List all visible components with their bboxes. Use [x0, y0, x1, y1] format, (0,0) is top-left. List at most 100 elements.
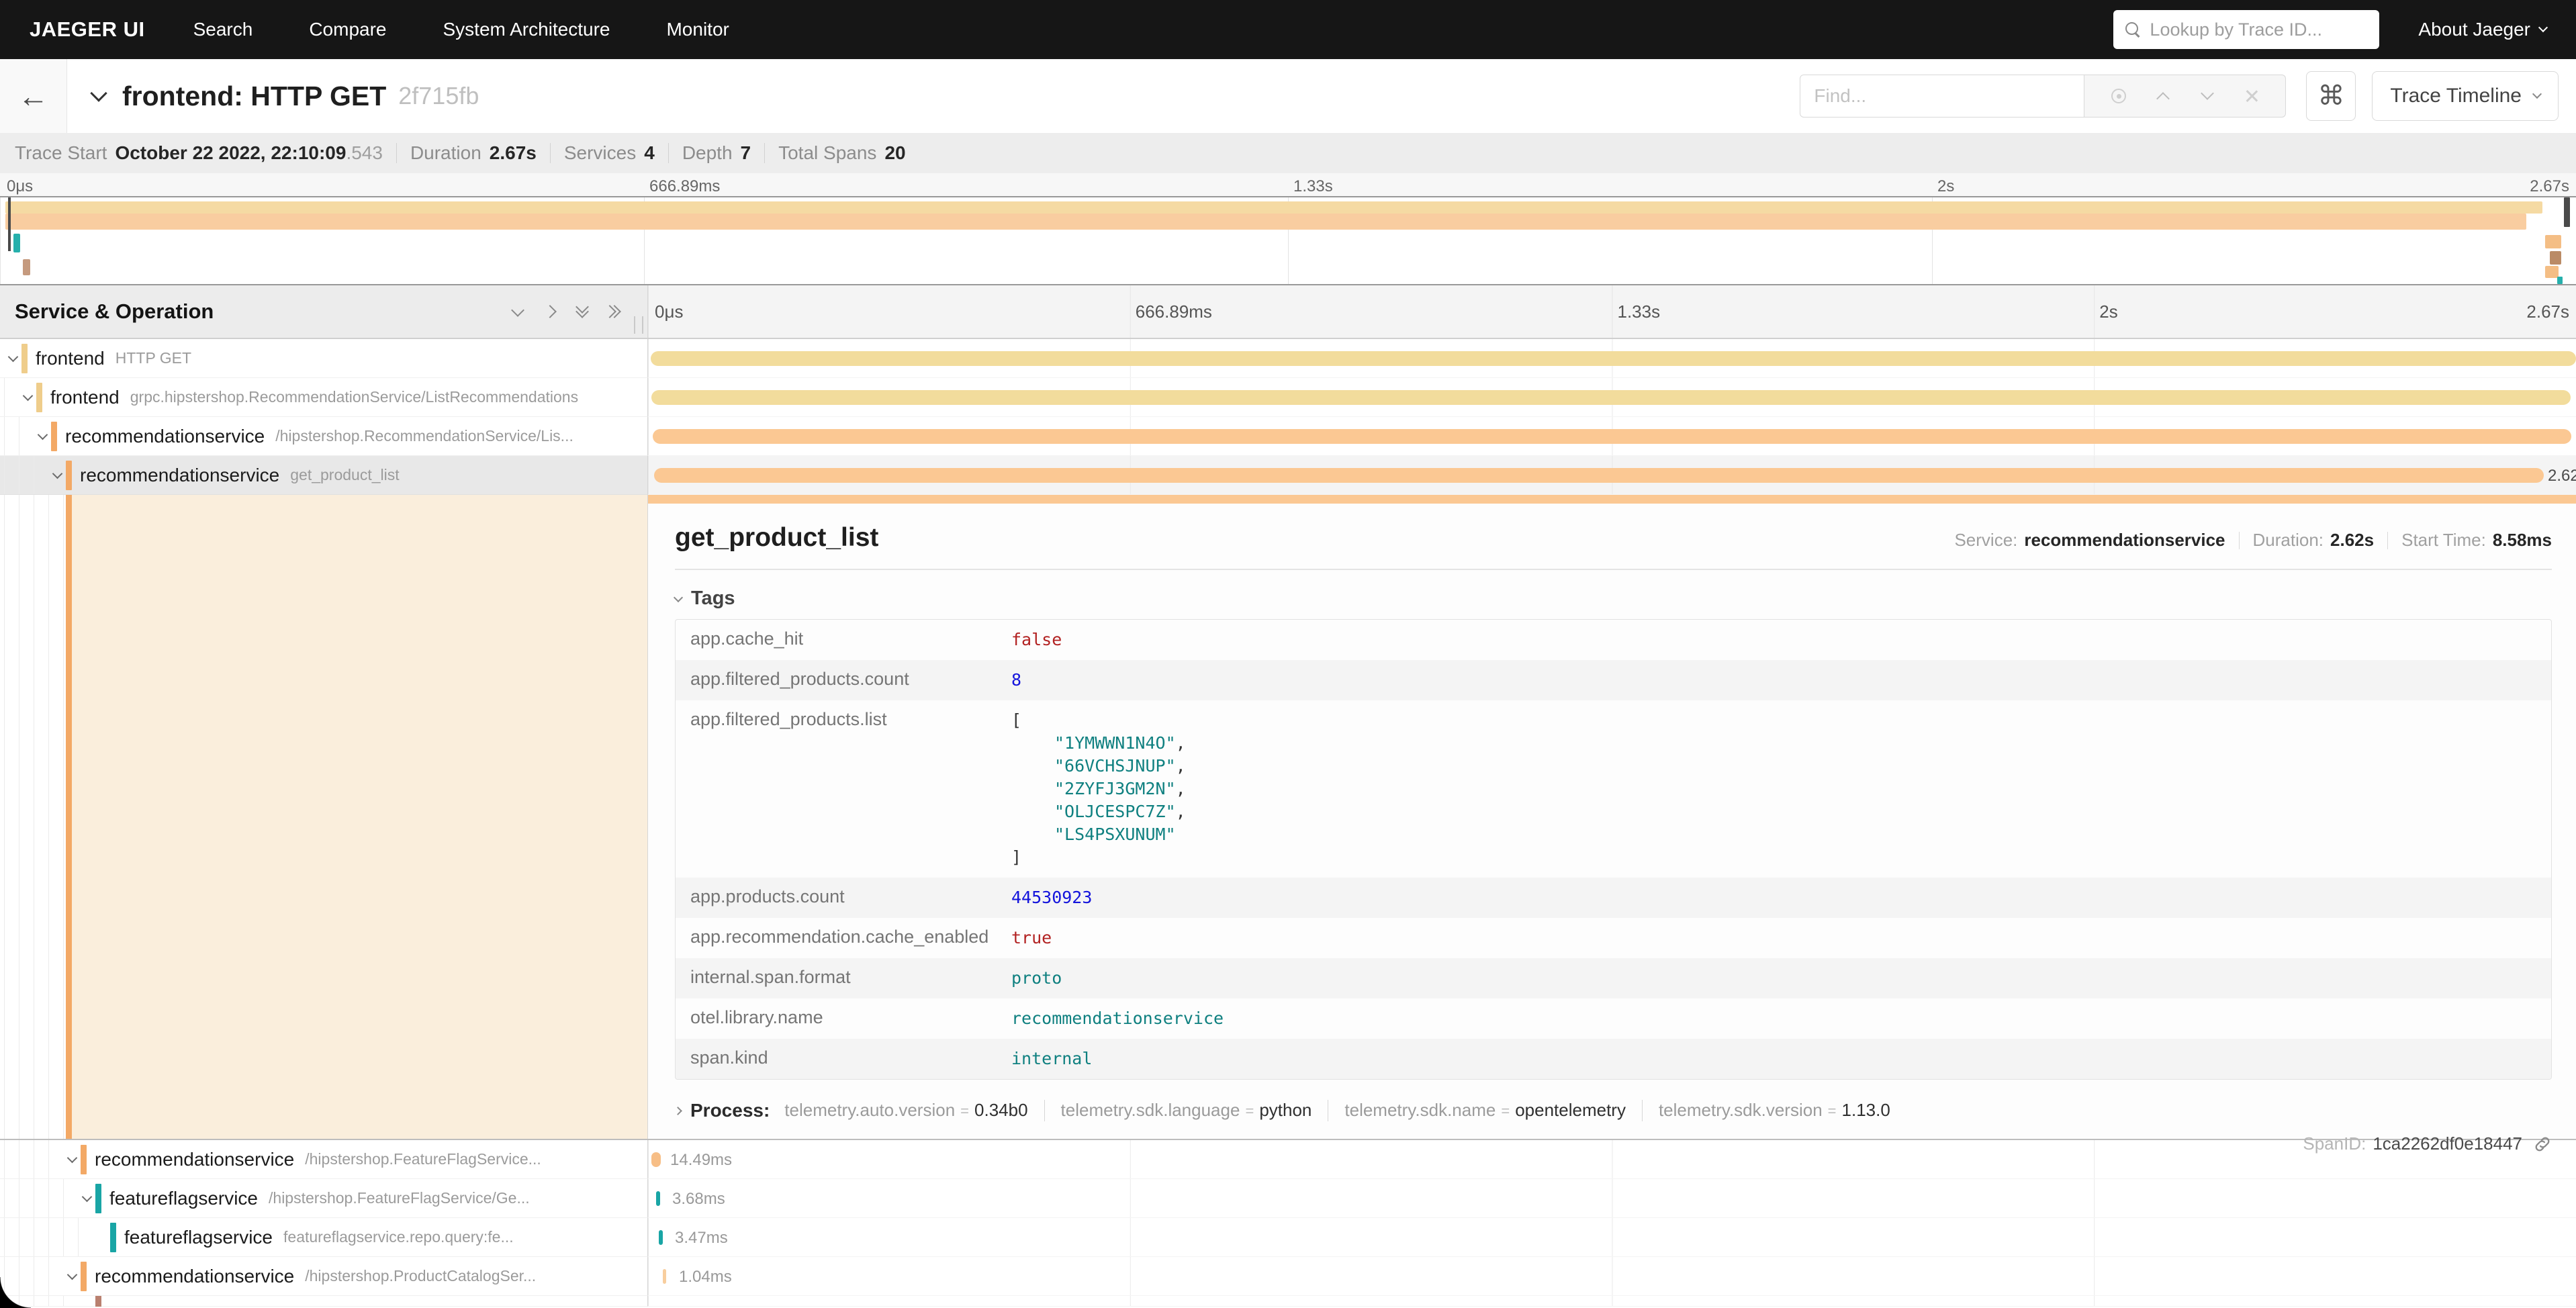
span-name-cell[interactable]: recommendationservice/hipstershop.Featur…	[0, 1140, 648, 1179]
span-duration-label: 3.47ms	[675, 1229, 728, 1248]
next-match-button[interactable]	[2194, 83, 2221, 109]
span-timeline-cell[interactable]: 3.68ms	[648, 1179, 2576, 1218]
process-divider	[1642, 1100, 1643, 1121]
chevron-down-icon	[66, 1153, 77, 1164]
minimap-span-mark	[5, 214, 2526, 230]
tag-key: app.cache_hit	[676, 628, 1011, 651]
tags-section-toggle[interactable]: Tags	[675, 588, 2552, 610]
process-section-toggle[interactable]: Process: telemetry.auto.version=0.34b0te…	[675, 1100, 2552, 1121]
tag-row[interactable]: app.filtered_products.list["1YMWWN1N4O",…	[676, 700, 2551, 878]
tick-label: 1.33s	[1293, 177, 1333, 196]
span-children-toggle[interactable]	[63, 1274, 81, 1278]
prev-match-button[interactable]	[2150, 83, 2176, 109]
collapse-controls	[513, 307, 619, 316]
tag-row[interactable]: app.products.count44530923	[676, 878, 2551, 918]
clear-find-button[interactable]	[2238, 83, 2265, 109]
meta-item: Total Spans20	[778, 142, 905, 164]
span-row	[0, 1296, 2576, 1307]
focus-match-button[interactable]	[2105, 83, 2132, 109]
span-duration-bar[interactable]	[663, 1269, 666, 1284]
service-color-strip	[95, 1296, 101, 1307]
tick-label: 2s	[2099, 301, 2117, 322]
nav-items: Search Compare System Architecture Monitor	[193, 19, 786, 40]
tag-row[interactable]: app.recommendation.cache_enabledtrue	[676, 918, 2551, 958]
trace-id-short: 2f715fb	[398, 82, 479, 110]
collapse-all-icon[interactable]	[578, 307, 587, 316]
nav-item-search[interactable]: Search	[193, 19, 253, 40]
nav-item-system-architecture[interactable]: System Architecture	[443, 19, 610, 40]
chevron-down-icon	[52, 469, 62, 479]
tag-row[interactable]: app.filtered_products.count8	[676, 660, 2551, 700]
span-duration-bar[interactable]	[651, 390, 2571, 405]
span-name-cell[interactable]: recommendationservice/hipstershop.Recomm…	[0, 417, 648, 456]
json-list-item: "LS4PSXUNUM"	[1011, 823, 1186, 846]
span-timeline-cell[interactable]	[648, 339, 2576, 378]
collapse-trace-icon[interactable]	[90, 85, 107, 101]
minimap-span-mark	[5, 201, 2542, 214]
tick-label: 666.89ms	[1136, 301, 1212, 322]
span-timeline-cell[interactable]: 14.49ms	[648, 1140, 2576, 1179]
expand-one-icon[interactable]	[543, 305, 557, 318]
span-detail-duration-strip	[648, 495, 2576, 504]
process-equals: =	[960, 1103, 969, 1120]
nav-item-monitor[interactable]: Monitor	[666, 19, 729, 40]
span-children-toggle[interactable]	[4, 356, 21, 361]
indent-guides	[4, 417, 34, 455]
span-duration-bar[interactable]	[651, 351, 2576, 366]
span-duration-bar[interactable]	[659, 1230, 663, 1245]
find-input[interactable]: Find...	[1800, 75, 2084, 118]
span-row: recommendationserviceget_product_list 2.6…	[0, 456, 2576, 495]
span-children-toggle[interactable]	[78, 1196, 95, 1201]
minimap-span-mark	[2545, 235, 2561, 248]
indent-guides	[4, 1296, 78, 1306]
column-resize-grip[interactable]	[634, 316, 643, 334]
span-children-toggle[interactable]	[63, 1157, 81, 1162]
span-children-toggle[interactable]	[34, 434, 51, 438]
service-color-strip	[95, 1184, 101, 1213]
tag-row[interactable]: internal.span.formatproto	[676, 958, 2551, 998]
span-name-cell[interactable]: recommendationservice/hipstershop.Produc…	[0, 1257, 648, 1296]
tag-row[interactable]: otel.library.namerecommendationservice	[676, 998, 2551, 1039]
span-timeline-cell[interactable]: 3.47ms	[648, 1218, 2576, 1257]
span-timeline-cell[interactable]: 2.62s	[648, 456, 2576, 495]
span-name-cell[interactable]	[0, 1296, 648, 1307]
tag-row[interactable]: span.kindinternal	[676, 1039, 2551, 1079]
span-children-toggle[interactable]	[19, 395, 36, 400]
trace-id-lookup-input[interactable]: Lookup by Trace ID...	[2113, 10, 2379, 49]
trace-view-selector[interactable]: Trace Timeline	[2372, 71, 2559, 121]
span-duration-bar[interactable]	[653, 429, 2571, 444]
meta-label: Services	[564, 142, 636, 164]
collapse-one-icon[interactable]	[511, 303, 524, 317]
span-name-cell[interactable]: featureflagservicefeatureflagservice.rep…	[0, 1218, 648, 1257]
minimap-canvas[interactable]	[0, 196, 2576, 285]
keyboard-shortcuts-button[interactable]: ⌘	[2306, 71, 2356, 121]
back-button[interactable]: ←	[0, 59, 67, 133]
service-name: recommendationservice	[95, 1266, 294, 1287]
expand-all-icon[interactable]	[610, 307, 619, 316]
span-name-cell[interactable]: frontendgrpc.hipstershop.RecommendationS…	[0, 378, 648, 417]
service-color-strip	[66, 461, 72, 490]
span-timeline-cell[interactable]: 1.04ms	[648, 1257, 2576, 1296]
span-duration-bar[interactable]	[654, 468, 2544, 483]
jaeger-logo[interactable]: JAEGER UI	[30, 17, 145, 42]
span-timeline-cell[interactable]	[648, 1296, 2576, 1307]
operation-name: /hipstershop.RecommendationService/Lis..…	[275, 427, 573, 445]
span-duration-label: 2.62s	[2548, 467, 2576, 485]
span-name-cell[interactable]: recommendationserviceget_product_list	[0, 456, 648, 495]
span-name-cell[interactable]: featureflagservice/hipstershop.FeatureFl…	[0, 1179, 648, 1218]
span-duration-bar[interactable]	[656, 1191, 660, 1206]
tag-row[interactable]: app.cache_hitfalse	[676, 620, 2551, 660]
span-timeline-cell[interactable]	[648, 417, 2576, 456]
span-detail-left	[0, 495, 648, 1139]
span-detail-color-block[interactable]	[66, 495, 647, 1139]
span-timeline-cell[interactable]	[648, 378, 2576, 417]
about-jaeger-menu[interactable]: About Jaeger	[2418, 19, 2546, 40]
span-name-cell[interactable]: frontendHTTP GET	[0, 339, 648, 378]
nav-item-compare[interactable]: Compare	[309, 19, 386, 40]
trace-meta-strip: Trace StartOctober 22 2022, 22:10:09.543…	[0, 133, 2576, 173]
detail-meta-value: recommendationservice	[2024, 530, 2225, 551]
span-children-toggle[interactable]	[48, 473, 66, 477]
span-duration-bar[interactable]	[651, 1152, 661, 1167]
meta-item: Trace StartOctober 22 2022, 22:10:09.543	[15, 142, 383, 164]
tick-label: 0μs	[655, 301, 683, 322]
